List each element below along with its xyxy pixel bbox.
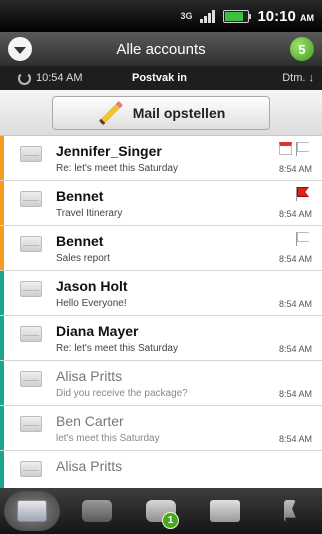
flagged-icon	[283, 500, 296, 522]
mail-subject: Hello Everyone!	[56, 298, 127, 309]
mail-sender: Bennet	[56, 188, 104, 204]
mail-sender: Alisa Pritts	[56, 458, 123, 474]
account-dropdown-button[interactable]	[8, 37, 32, 61]
account-color-bar	[0, 316, 4, 360]
envelope-icon	[20, 191, 42, 207]
folder-bar: 10:54 AM Postvak in Dtm. ↓	[0, 66, 322, 90]
status-bar: 3G 10:10 AM	[0, 0, 322, 32]
network-3g-icon: 3G	[180, 10, 193, 21]
mail-subject: Re: let's meet this Saturday	[56, 343, 178, 354]
tab-inbox[interactable]	[4, 491, 61, 531]
mail-sender: Alisa Pritts	[56, 368, 123, 384]
mail-sender: Ben Carter	[56, 413, 124, 429]
account-color-bar	[0, 271, 4, 315]
mail-sender: Bennet	[56, 233, 104, 249]
sync-icon[interactable]	[18, 71, 31, 85]
mail-list-item[interactable]: Alisa Pritts Did you receive the package?…	[0, 361, 322, 406]
mail-subject: let's meet this Saturday	[56, 433, 160, 444]
mail-list-item[interactable]: Ben Carter let's meet this Saturday 8:54 A…	[0, 406, 322, 451]
pencil-icon	[98, 100, 123, 125]
last-sync-time: 10:54 AM	[36, 72, 83, 84]
account-color-bar	[0, 181, 4, 225]
bottom-tab-bar: 1	[0, 488, 322, 534]
flag-icon[interactable]	[296, 142, 308, 156]
mail-list-item[interactable]: Diana Mayer Re: let's meet this Saturday 8…	[0, 316, 322, 361]
mail-list-item[interactable]: Bennet Sales report 8:54 AM	[0, 226, 322, 271]
sort-button[interactable]: Dtm. ↓	[282, 72, 314, 84]
account-color-bar	[0, 136, 4, 180]
mail-subject: Re: let's meet this Saturday	[56, 163, 178, 174]
mail-time: 8:54 AM	[278, 209, 312, 219]
envelope-icon	[20, 461, 42, 477]
sort-label: Dtm.	[282, 72, 306, 84]
conversations-icon	[81, 500, 112, 522]
envelope-icon	[20, 236, 42, 252]
unread-count-badge: 5	[290, 37, 314, 61]
account-header: Alle accounts 5	[0, 32, 322, 66]
mail-list-item[interactable]: Jason Holt Hello Everyone! 8:54 AM	[0, 271, 322, 316]
mail-items: Jennifer_Singer Re: let's meet this Satur…	[0, 136, 322, 488]
envelope-icon	[20, 326, 42, 342]
tab-unread[interactable]: 1	[133, 491, 189, 531]
compose-label: Mail opstellen	[132, 104, 226, 121]
account-title[interactable]: Alle accounts	[116, 41, 205, 58]
account-color-bar	[0, 406, 4, 450]
mail-sender: Jason Holt	[56, 278, 128, 294]
mail-time: 8:54 AM	[278, 344, 312, 354]
tab-mail[interactable]	[197, 491, 253, 531]
status-time-value: 10:10	[257, 7, 296, 25]
account-color-bar	[0, 361, 4, 405]
mail-list: Mail opstellen Jennifer_Singer Re: let's …	[0, 90, 322, 488]
account-color-bar	[0, 226, 4, 270]
mail-time: 8:54 AM	[278, 254, 312, 264]
battery-icon	[223, 9, 252, 23]
envelope-icon	[20, 146, 42, 162]
mail-time: 8:54 AM	[278, 164, 312, 174]
envelope-icon	[20, 416, 42, 432]
flag-icon[interactable]	[296, 187, 308, 201]
flag-icon[interactable]	[296, 232, 308, 246]
tab-unread-badge: 1	[161, 512, 179, 529]
mail-subject: Did you receive the package?	[56, 388, 188, 399]
mail-list-item[interactable]: Jennifer_Singer Re: let's meet this Satur…	[0, 136, 322, 181]
tab-conversations[interactable]	[69, 491, 125, 531]
mail-sender: Jennifer_Singer	[56, 143, 162, 159]
compose-mail-button[interactable]: Mail opstellen	[52, 95, 270, 130]
calendar-icon	[279, 142, 292, 155]
sort-arrow-icon: ↓	[308, 72, 315, 84]
mail-subject: Travel Itinerary	[56, 208, 123, 219]
mail-sender: Diana Mayer	[56, 323, 139, 339]
envelope-icon	[20, 281, 42, 297]
folder-name[interactable]: Postvak in	[132, 72, 187, 84]
mail-time: 8:54 AM	[278, 389, 312, 399]
signal-icon	[200, 9, 216, 23]
compose-row: Mail opstellen	[0, 90, 322, 136]
mail-subject: Sales report	[56, 253, 110, 264]
status-time-suffix: AM	[300, 12, 314, 23]
inbox-icon	[17, 500, 48, 522]
tab-flagged[interactable]	[262, 491, 318, 531]
envelope-icon	[20, 371, 42, 387]
mail-list-item[interactable]: Alisa Pritts	[0, 451, 322, 488]
mail-icon	[210, 500, 241, 522]
account-color-bar	[0, 451, 4, 488]
mail-list-item[interactable]: Bennet Travel Itinerary 8:54 AM	[0, 181, 322, 226]
status-time: 10:10 AM	[257, 8, 314, 25]
mail-time: 8:54 AM	[278, 434, 312, 444]
mail-time: 8:54 AM	[278, 299, 312, 309]
